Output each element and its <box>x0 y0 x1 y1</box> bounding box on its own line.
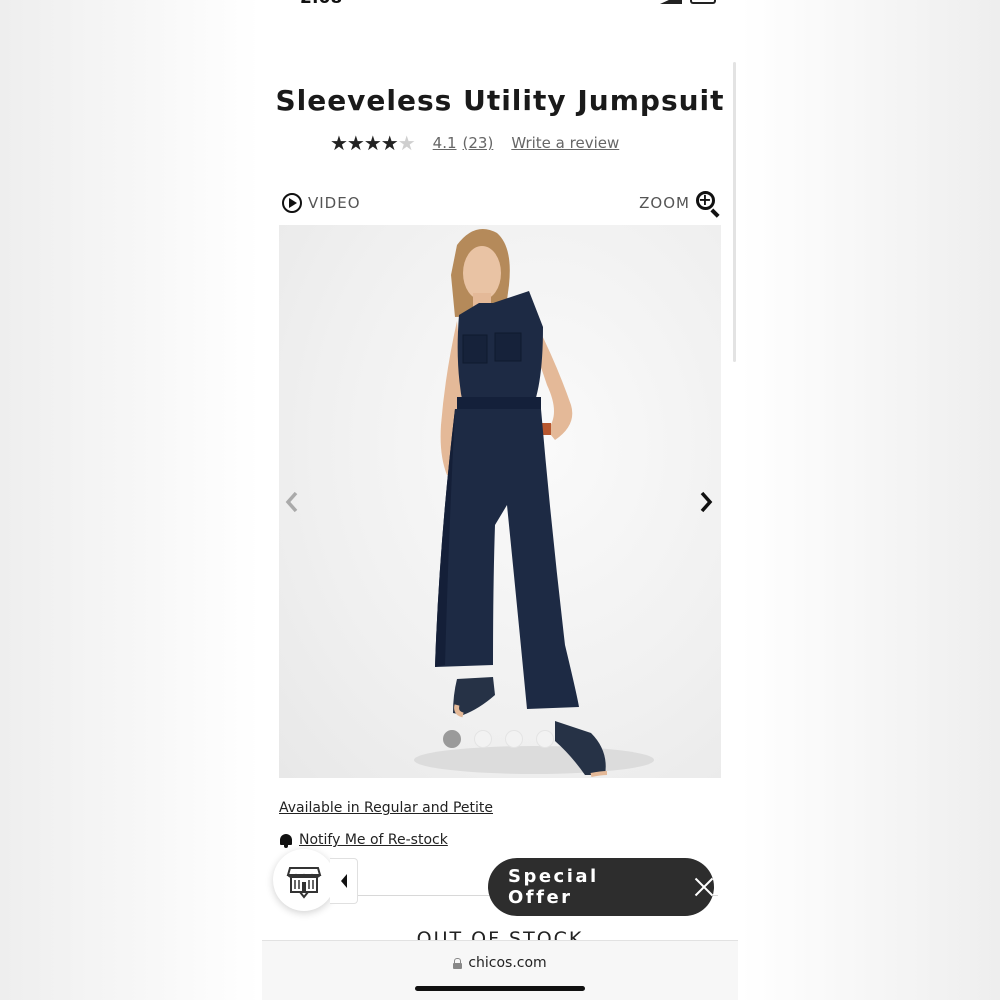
next-image-button[interactable] <box>691 487 721 517</box>
special-offer-label: Special Offer <box>508 866 599 908</box>
rating-value-link[interactable]: 4.1 <box>433 134 457 152</box>
available-variants-link[interactable]: Available in Regular and Petite <box>279 800 493 816</box>
lock-icon <box>453 957 463 969</box>
storefront-icon <box>286 867 322 899</box>
status-icons <box>660 0 716 4</box>
close-icon[interactable] <box>694 877 714 897</box>
address-bar[interactable]: chicos.com <box>262 955 738 971</box>
rating-stars-filled: ★★★★★ <box>330 133 399 153</box>
zoom-label: ZOOM <box>639 194 690 212</box>
write-review-link[interactable]: Write a review <box>511 134 619 152</box>
caret-left-icon <box>340 874 347 888</box>
url-text: chicos.com <box>468 955 547 971</box>
video-label: VIDEO <box>308 194 361 212</box>
browser-bar: chicos.com <box>262 940 738 1000</box>
product-image[interactable] <box>279 225 721 778</box>
zoom-in-icon: + <box>696 190 720 218</box>
chevron-left-icon <box>285 491 298 513</box>
gallery-dot[interactable] <box>443 730 461 748</box>
cellular-signal-icon <box>660 0 682 4</box>
phone-screen: 2:08 Sleeveless Utility Jumpsuit ★★★★★ ★… <box>262 0 738 1000</box>
media-bar: VIDEO ZOOM + <box>282 190 720 218</box>
video-button[interactable]: VIDEO <box>282 193 361 213</box>
model-photo <box>414 229 654 777</box>
notify-restock-row[interactable]: Notify Me of Re-stock <box>279 832 448 848</box>
review-count-link[interactable]: (23) <box>463 134 494 152</box>
bell-icon <box>279 833 293 848</box>
rating-row: ★★★★★ ★★★★★ 4.1 (23) Write a review <box>330 133 619 153</box>
store-locator-button[interactable] <box>273 849 335 911</box>
notify-restock-link[interactable]: Notify Me of Re-stock <box>299 832 448 848</box>
zoom-button[interactable]: ZOOM + <box>639 190 720 218</box>
special-offer-banner[interactable]: Special Offer <box>488 858 714 916</box>
store-panel-toggle[interactable] <box>330 858 358 904</box>
gallery-dot[interactable] <box>505 730 523 748</box>
play-circle-icon <box>282 193 302 213</box>
rating-stars: ★★★★★ ★★★★★ <box>330 131 416 155</box>
status-time: 2:08 <box>300 0 342 8</box>
home-indicator[interactable] <box>415 986 585 991</box>
gallery-dot[interactable] <box>474 730 492 748</box>
battery-icon <box>690 0 716 4</box>
previous-image-button[interactable] <box>279 487 307 517</box>
gallery-dots <box>443 730 554 748</box>
gallery-dot[interactable] <box>536 730 554 748</box>
product-title: Sleeveless Utility Jumpsuit <box>275 84 725 117</box>
chevron-right-icon <box>700 491 713 513</box>
